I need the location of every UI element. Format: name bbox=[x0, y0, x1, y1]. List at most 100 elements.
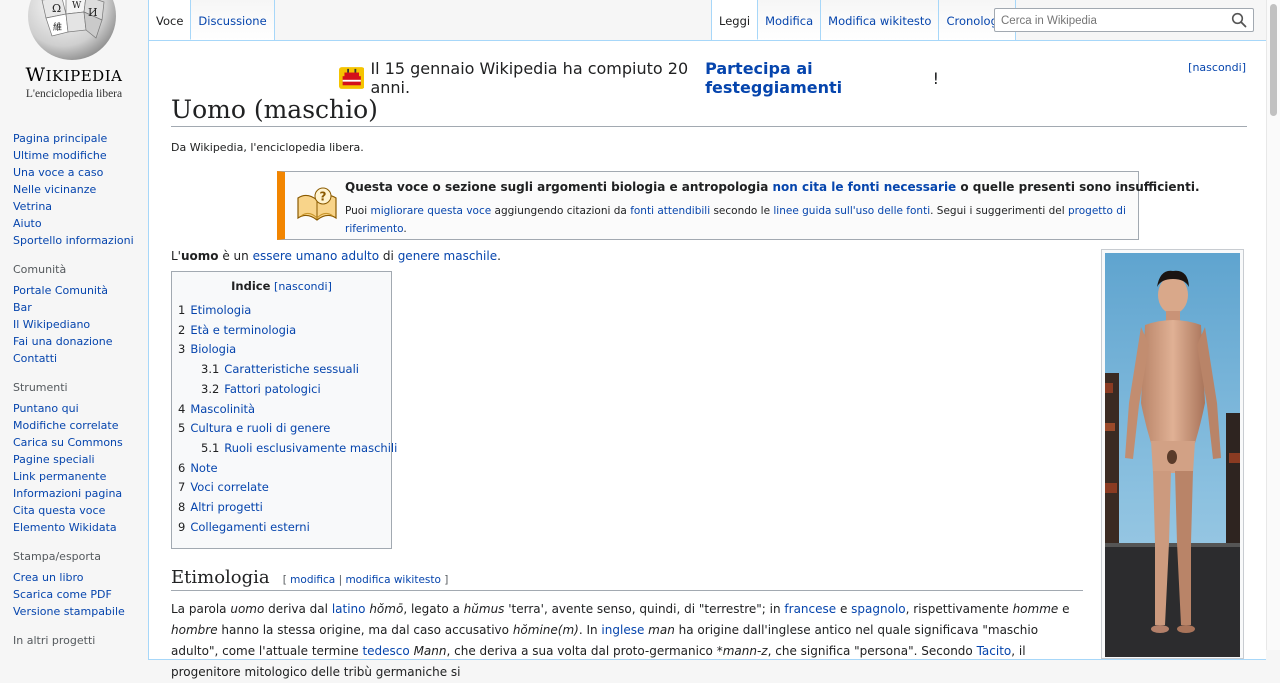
toc-link[interactable]: Biologia bbox=[190, 342, 236, 356]
toc-item[interactable]: 9 Collegamenti esterni bbox=[178, 518, 385, 538]
toc-link[interactable]: Età e terminologia bbox=[190, 323, 296, 337]
tab-voce[interactable]: Voce bbox=[149, 0, 192, 40]
toc-item[interactable]: 5 Cultura e ruoli di genere bbox=[178, 419, 385, 439]
tab-discussione[interactable]: Discussione bbox=[191, 0, 275, 40]
sidebar-print: Stampa/esporta Crea un libro Scarica come… bbox=[13, 550, 145, 620]
anniversary-badge-icon bbox=[339, 67, 365, 89]
francese-link[interactable]: francese bbox=[784, 602, 836, 616]
sidebar-item-bar[interactable]: Bar bbox=[13, 299, 145, 316]
toc-link[interactable]: Collegamenti esterni bbox=[190, 520, 309, 534]
toc-link[interactable]: Ruoli esclusivamente maschili bbox=[224, 441, 397, 455]
intro-paragraph: L'uomo è un essere umano adulto di gener… bbox=[171, 249, 501, 263]
namespace-tabs: Voce Discussione bbox=[148, 0, 275, 40]
sidebar-item-vetrina[interactable]: Vetrina bbox=[13, 198, 145, 215]
spagnolo-link[interactable]: spagnolo bbox=[851, 602, 905, 616]
page-title: Uomo (maschio) bbox=[171, 95, 1247, 127]
vertical-scrollbar[interactable] bbox=[1266, 0, 1280, 650]
sidebar-item-puntano-qui[interactable]: Puntano qui bbox=[13, 400, 145, 417]
sidebar-item-sportello-informazioni[interactable]: Sportello informazioni bbox=[13, 232, 145, 249]
sidebar-item-fai-una-donazione[interactable]: Fai una donazione bbox=[13, 333, 145, 350]
sidebar-heading-community: Comunità bbox=[13, 263, 67, 276]
tab-leggi[interactable]: Leggi bbox=[712, 0, 759, 40]
toc-number: 3.2 bbox=[201, 381, 220, 396]
sidebar-community: Comunità Portale Comunità Bar Il Wikipedia… bbox=[13, 263, 145, 367]
inglese-link[interactable]: inglese bbox=[601, 623, 644, 637]
toc-item[interactable]: 2 Età e terminologia bbox=[178, 321, 385, 341]
view-tabs: Leggi Modifica Modifica wikitesto Cronol… bbox=[711, 0, 1017, 40]
linee-guida-link[interactable]: linee guida sull'uso delle fonti bbox=[773, 205, 930, 217]
site-notice: Il 15 gennaio Wikipedia ha compiuto 20 a… bbox=[339, 59, 939, 97]
toc-link[interactable]: Caratteristiche sessuali bbox=[224, 362, 359, 376]
section-edit-links: [ modifica | modifica wikitesto ] bbox=[282, 574, 449, 586]
section-edit-wikitext-link[interactable]: modifica wikitesto bbox=[345, 574, 440, 586]
sidebar-item-link-permanente[interactable]: Link permanente bbox=[13, 468, 145, 485]
toc-number: 3.1 bbox=[201, 362, 220, 377]
toc-link[interactable]: Voci correlate bbox=[190, 480, 268, 494]
sidebar-item-ultime-modifiche[interactable]: Ultime modifiche bbox=[13, 147, 145, 164]
section-heading-etimologia: Etimologia [ modifica | modifica wikites… bbox=[171, 567, 1083, 591]
toc-item[interactable]: 5.1 Ruoli esclusivamente maschili bbox=[178, 439, 397, 459]
tab-modifica-wikitesto[interactable]: Modifica wikitesto bbox=[821, 0, 940, 40]
toc-item[interactable]: 3 Biologia bbox=[178, 340, 385, 360]
sidebar-item-versione-stampabile[interactable]: Versione stampabile bbox=[13, 603, 145, 620]
sidebar-item-nelle-vicinanze[interactable]: Nelle vicinanze bbox=[13, 181, 145, 198]
fonti-attendibili-link[interactable]: fonti attendibili bbox=[630, 205, 710, 217]
tacito-link[interactable]: Tacito bbox=[977, 644, 1012, 658]
table-of-contents: Indice [nascondi] 1 Etimologia 2 Età e term… bbox=[171, 271, 397, 549]
standing-man-photo bbox=[1105, 253, 1240, 657]
scrollbar-thumb[interactable] bbox=[1270, 4, 1277, 116]
toc-link[interactable]: Etimologia bbox=[190, 303, 251, 317]
sidebar-heading-other: In altri progetti bbox=[13, 634, 96, 647]
genere-maschile-link[interactable]: genere maschile bbox=[398, 249, 497, 263]
sidebar-item-elemento-wikidata[interactable]: Elemento Wikidata bbox=[13, 519, 145, 536]
toc-item[interactable]: 6 Note bbox=[178, 459, 385, 479]
tab-modifica[interactable]: Modifica bbox=[758, 0, 822, 40]
tedesco-link[interactable]: tedesco bbox=[362, 644, 409, 658]
wikipedia-wordmark: WIKIPEDIA bbox=[25, 64, 123, 86]
wikipedia-tagline: L'enciclopedia libera bbox=[25, 88, 123, 100]
toc-item[interactable]: 3.1 Caratteristiche sessuali bbox=[178, 360, 385, 380]
toc-link[interactable]: Altri progetti bbox=[190, 500, 263, 514]
wikipedia-logo[interactable]: Ω W И 維 WIKIPEDIA L'enciclopedia libera bbox=[0, 0, 148, 110]
sidebar-heading-print: Stampa/esporta bbox=[13, 550, 101, 563]
toc-link[interactable]: Note bbox=[190, 461, 217, 475]
migliorare-voce-link[interactable]: migliorare questa voce bbox=[370, 205, 491, 217]
sidebar-item-contatti[interactable]: Contatti bbox=[13, 350, 145, 367]
non-cita-fonti-link[interactable]: non cita le fonti necessarie bbox=[773, 180, 957, 194]
latino-link[interactable]: latino bbox=[332, 602, 366, 616]
toc-link[interactable]: Cultura e ruoli di genere bbox=[190, 421, 330, 435]
site-notice-link[interactable]: Partecipa ai festeggiamenti bbox=[705, 59, 842, 97]
sidebar-item-portale-comunita[interactable]: Portale Comunità bbox=[13, 282, 145, 299]
toc-item[interactable]: 4 Mascolinità bbox=[178, 400, 385, 420]
toc-item[interactable]: 1 Etimologia bbox=[178, 301, 385, 321]
toc-item[interactable]: 8 Altri progetti bbox=[178, 498, 385, 518]
toc-item[interactable]: 7 Voci correlate bbox=[178, 478, 385, 498]
section-edit-link[interactable]: modifica bbox=[290, 574, 335, 586]
toc-number: 9 bbox=[178, 519, 186, 534]
toc-link[interactable]: Fattori patologici bbox=[224, 382, 320, 396]
section-title: Etimologia bbox=[171, 567, 270, 588]
toc-number: 5 bbox=[178, 421, 186, 436]
sidebar-item-informazioni-pagina[interactable]: Informazioni pagina bbox=[13, 485, 145, 502]
warning-body: Puoi migliorare questa voce aggiungendo … bbox=[345, 205, 1126, 235]
search-input[interactable] bbox=[995, 10, 1220, 32]
toc-number: 8 bbox=[178, 500, 186, 515]
sidebar-item-pagine-speciali[interactable]: Pagine speciali bbox=[13, 451, 145, 468]
toc-hide-link[interactable]: [nascondi] bbox=[274, 280, 332, 293]
essere-umano-adulto-link[interactable]: essere umano adulto bbox=[253, 249, 380, 263]
hide-notice-link[interactable]: [nascondi] bbox=[1188, 61, 1246, 74]
search-icon[interactable] bbox=[1231, 12, 1247, 28]
sidebar-item-modifiche-correlate[interactable]: Modifiche correlate bbox=[13, 417, 145, 434]
sidebar-item-scarica-come-pdf[interactable]: Scarica come PDF bbox=[13, 586, 145, 603]
sidebar-item-il-wikipediano[interactable]: Il Wikipediano bbox=[13, 316, 145, 333]
sidebar-item-cita-questa-voce[interactable]: Cita questa voce bbox=[13, 502, 145, 519]
toc-link[interactable]: Mascolinità bbox=[190, 402, 255, 416]
toc-item[interactable]: 3.2 Fattori patologici bbox=[178, 380, 385, 400]
sidebar-item-crea-un-libro[interactable]: Crea un libro bbox=[13, 569, 145, 586]
sidebar-item-carica-su-commons[interactable]: Carica su Commons bbox=[13, 434, 145, 451]
sidebar-item-pagina-principale[interactable]: Pagina principale bbox=[13, 130, 145, 147]
article-image-thumb[interactable] bbox=[1101, 249, 1244, 659]
book-question-icon: ? bbox=[297, 187, 337, 221]
sidebar-item-una-voce-a-caso[interactable]: Una voce a caso bbox=[13, 164, 145, 181]
sidebar-item-aiuto[interactable]: Aiuto bbox=[13, 215, 145, 232]
